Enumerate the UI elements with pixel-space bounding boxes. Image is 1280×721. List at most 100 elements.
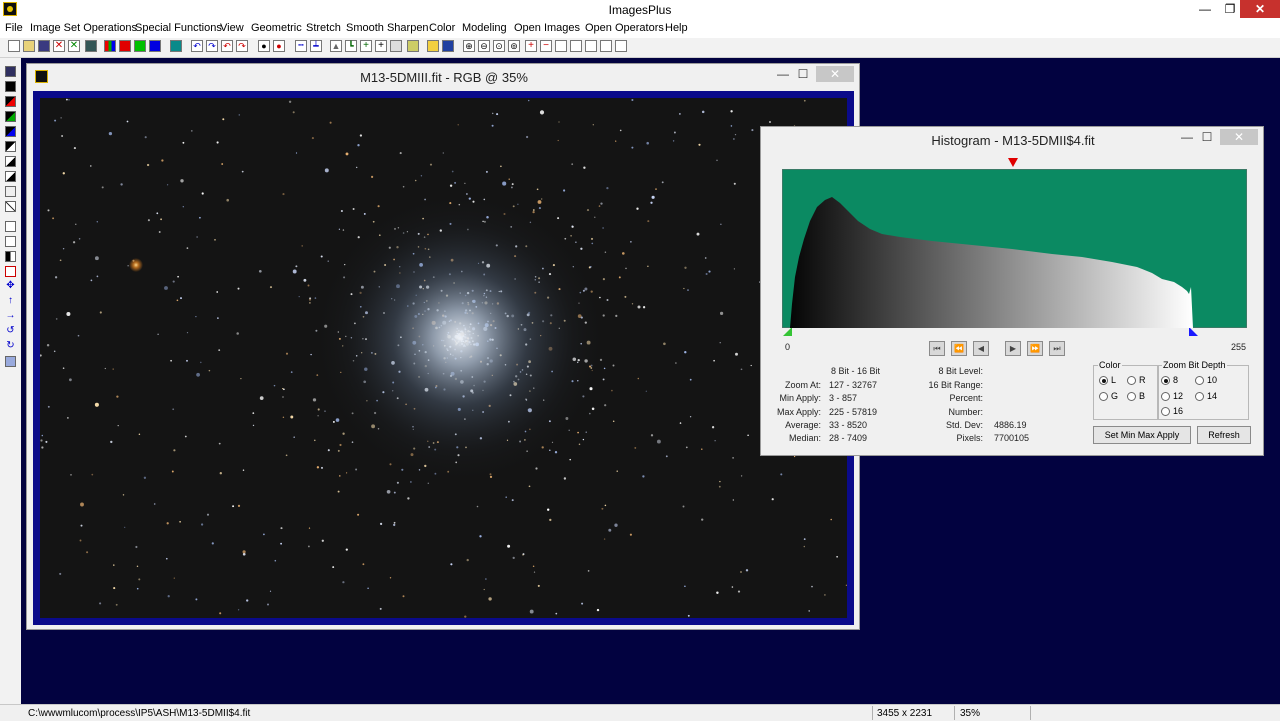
zoom-actual-icon[interactable]: ⊚ bbox=[508, 40, 520, 52]
eyedropper-icon[interactable] bbox=[5, 186, 16, 197]
last-icon[interactable]: ⏭ bbox=[1049, 341, 1065, 356]
new-file-icon[interactable] bbox=[8, 40, 20, 52]
radio-zoom-12[interactable]: 12 bbox=[1161, 391, 1183, 402]
image-maximize-button[interactable]: ☐ bbox=[791, 66, 815, 82]
split-tool-icon[interactable] bbox=[5, 251, 16, 262]
radio-circle[interactable] bbox=[1127, 392, 1136, 402]
box-select-5-icon[interactable] bbox=[615, 40, 627, 52]
histogram-window[interactable]: Histogram - M13-5DMII$4.fit — ☐ ✕ 0 255 … bbox=[760, 126, 1264, 456]
min-apply-marker[interactable] bbox=[783, 327, 792, 336]
undo-icon[interactable]: ↶ bbox=[221, 40, 233, 52]
astro-image[interactable] bbox=[40, 98, 847, 618]
close-all-icon[interactable]: ✕ bbox=[68, 40, 80, 52]
diagonal-tool-icon[interactable] bbox=[5, 201, 16, 212]
green-channel-icon[interactable] bbox=[134, 40, 146, 52]
red-channel-icon[interactable] bbox=[119, 40, 131, 52]
save-tool-icon[interactable] bbox=[5, 66, 16, 77]
menu-geometric[interactable]: Geometric bbox=[251, 22, 302, 34]
dotted-line-icon[interactable]: ┅ bbox=[295, 40, 307, 52]
radio-circle[interactable] bbox=[1127, 376, 1136, 386]
menu-color[interactable]: Color bbox=[429, 22, 455, 34]
radio-circle[interactable] bbox=[1099, 376, 1108, 386]
histogram-plot[interactable] bbox=[782, 169, 1247, 328]
arrow-up-icon[interactable]: ↑ bbox=[5, 296, 16, 307]
refresh-button[interactable]: Refresh bbox=[1197, 426, 1251, 444]
frame-tool-icon[interactable] bbox=[5, 221, 16, 232]
menu-smooth-sharpen[interactable]: Smooth Sharpen bbox=[346, 22, 429, 34]
image-close-button[interactable]: ✕ bbox=[816, 66, 854, 82]
blue-channel-icon[interactable] bbox=[149, 40, 161, 52]
fast-forward-icon[interactable]: ⏩ bbox=[1027, 341, 1043, 356]
radio-color-l[interactable]: L bbox=[1099, 375, 1116, 386]
first-icon[interactable]: ⏮ bbox=[929, 341, 945, 356]
save-icon[interactable] bbox=[38, 40, 50, 52]
grid-icon[interactable] bbox=[170, 40, 182, 52]
move-icon[interactable]: ✥ bbox=[5, 281, 16, 292]
menu-open-operators[interactable]: Open Operators bbox=[585, 22, 664, 34]
pencil-icon[interactable] bbox=[427, 40, 439, 52]
menu-view[interactable]: View bbox=[220, 22, 244, 34]
mono-swatch-icon[interactable] bbox=[5, 141, 16, 152]
menu-file[interactable]: File bbox=[5, 22, 23, 34]
close-button[interactable]: ✕ bbox=[1240, 0, 1280, 18]
box-select-icon[interactable] bbox=[555, 40, 567, 52]
remove-box-icon[interactable]: − bbox=[540, 40, 552, 52]
radio-zoom-10[interactable]: 10 bbox=[1195, 375, 1217, 386]
crosshair-icon[interactable]: + bbox=[375, 40, 387, 52]
radio-color-b[interactable]: B bbox=[1127, 391, 1145, 402]
arrow-right-icon[interactable]: → bbox=[5, 311, 16, 322]
rotate-cw-icon[interactable]: ↻ bbox=[5, 341, 16, 352]
menu-stretch[interactable]: Stretch bbox=[306, 22, 341, 34]
radio-circle[interactable] bbox=[1195, 376, 1204, 386]
histogram-icon[interactable]: ▲ bbox=[330, 40, 342, 52]
zoom-out-icon[interactable]: ⊖ bbox=[478, 40, 490, 52]
open-folder-icon[interactable] bbox=[23, 40, 35, 52]
rotate-ccw-icon[interactable]: ↺ bbox=[5, 326, 16, 337]
histogram-maximize-button[interactable]: ☐ bbox=[1195, 129, 1219, 145]
menu-open-images[interactable]: Open Images bbox=[514, 22, 580, 34]
menu-image-set-operations[interactable]: Image Set Operations bbox=[30, 22, 137, 34]
redo-icon[interactable]: ↷ bbox=[236, 40, 248, 52]
green-swatch-icon[interactable] bbox=[5, 111, 16, 122]
histogram-close-button[interactable]: ✕ bbox=[1220, 129, 1258, 145]
mask-swatch-icon[interactable] bbox=[5, 171, 16, 182]
radio-zoom-16[interactable]: 16 bbox=[1161, 406, 1183, 417]
invert-swatch-icon[interactable] bbox=[5, 156, 16, 167]
box-select-2-icon[interactable] bbox=[570, 40, 582, 52]
black-swatch-icon[interactable] bbox=[5, 81, 16, 92]
rotate-left-icon[interactable]: ↶ bbox=[191, 40, 203, 52]
radio-circle[interactable] bbox=[1161, 376, 1170, 386]
radio-circle[interactable] bbox=[1161, 392, 1170, 402]
levels-icon[interactable]: ┷ bbox=[310, 40, 322, 52]
radio-zoom-8[interactable]: 8 bbox=[1161, 375, 1178, 386]
radio-circle[interactable] bbox=[1195, 392, 1204, 402]
radio-zoom-14[interactable]: 14 bbox=[1195, 391, 1217, 402]
step-back-icon[interactable]: ◀ bbox=[973, 341, 989, 356]
menu-help[interactable]: Help bbox=[665, 22, 688, 34]
align-tool-icon[interactable] bbox=[5, 236, 16, 247]
screen-icon[interactable] bbox=[442, 40, 454, 52]
zoom-at-marker[interactable] bbox=[1008, 158, 1018, 167]
rotate-right-icon[interactable]: ↷ bbox=[206, 40, 218, 52]
radio-color-r[interactable]: R bbox=[1127, 375, 1146, 386]
add-icon[interactable]: + bbox=[360, 40, 372, 52]
add-box-icon[interactable]: + bbox=[525, 40, 537, 52]
step-forward-icon[interactable]: ▶ bbox=[1005, 341, 1021, 356]
radio-circle[interactable] bbox=[1099, 392, 1108, 402]
max-apply-marker[interactable] bbox=[1189, 327, 1198, 336]
image-window[interactable]: M13-5DMIII.fit - RGB @ 35% — ☐ ✕ bbox=[26, 63, 860, 630]
radio-color-g[interactable]: G bbox=[1099, 391, 1118, 402]
layers-icon[interactable] bbox=[5, 356, 16, 367]
menu-modeling[interactable]: Modeling bbox=[462, 22, 507, 34]
print-icon[interactable] bbox=[85, 40, 97, 52]
camera-icon[interactable] bbox=[407, 40, 419, 52]
close-image-icon[interactable]: ✕ bbox=[53, 40, 65, 52]
set-min-max-apply-button[interactable]: Set Min Max Apply bbox=[1093, 426, 1191, 444]
zoom-fit-icon[interactable]: ⊙ bbox=[493, 40, 505, 52]
red-swatch-icon[interactable] bbox=[5, 96, 16, 107]
radio-circle[interactable] bbox=[1161, 407, 1170, 417]
rewind-icon[interactable]: ⏪ bbox=[951, 341, 967, 356]
menu-special-functions[interactable]: Special Functions bbox=[135, 22, 222, 34]
zoom-in-icon[interactable]: ⊕ bbox=[463, 40, 475, 52]
red-frame-icon[interactable] bbox=[5, 266, 16, 277]
